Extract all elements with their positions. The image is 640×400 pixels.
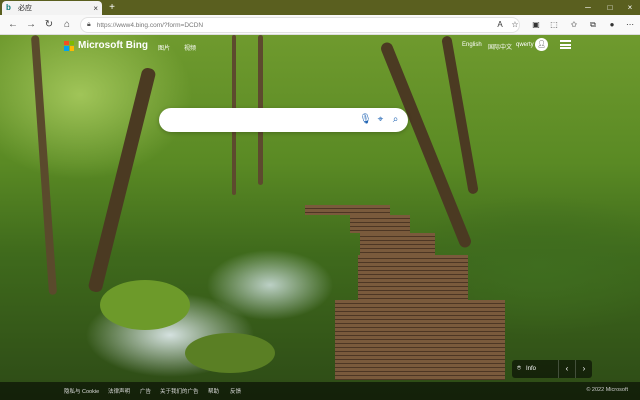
browser-toolbar: ← → ↻ ⌂ 🔒︎ https://www4.bing.com/?form=D… bbox=[0, 15, 640, 35]
tree-trunk bbox=[30, 35, 58, 295]
lang-chinese-link[interactable]: 国际中文 bbox=[488, 42, 512, 51]
footer-help-link[interactable]: 帮助 bbox=[208, 387, 219, 395]
tree-trunk bbox=[441, 35, 479, 195]
lock-icon: 🔒︎ bbox=[87, 21, 91, 28]
search-box: 🎙︎ ⌖ ⌕ bbox=[159, 108, 408, 132]
lang-english-link[interactable]: English bbox=[462, 42, 482, 48]
collections-icon[interactable]: ⧉ bbox=[587, 19, 599, 31]
microsoft-logo-icon bbox=[64, 40, 74, 51]
wooden-boardwalk bbox=[335, 300, 505, 380]
visual-search-icon[interactable]: ⌖ bbox=[374, 113, 387, 126]
tab-title: 必应 bbox=[18, 5, 32, 12]
favorite-star-icon[interactable]: ☆ bbox=[509, 19, 521, 31]
microphone-icon[interactable]: 🎙︎ bbox=[359, 113, 372, 126]
copyright-text: © 2022 Microsoft bbox=[586, 387, 628, 393]
favorites-icon[interactable]: ✩ bbox=[568, 19, 580, 31]
search-icon[interactable]: ⌕ bbox=[389, 113, 402, 126]
extensions-puzzle-icon[interactable]: ⬚ bbox=[548, 19, 560, 31]
wooden-boardwalk bbox=[305, 205, 390, 215]
back-button[interactable]: ← bbox=[6, 18, 20, 32]
bing-logo[interactable]: Microsoft Bing bbox=[64, 40, 148, 51]
address-url: https://www4.bing.com/?form=DCDN bbox=[96, 21, 204, 29]
browser-tab[interactable]: b 必应 × bbox=[2, 1, 102, 15]
bing-homepage: Microsoft Bing 图片 视频 English 国际中文 qwerty… bbox=[0, 35, 640, 400]
footer-feedback-link[interactable]: 反馈 bbox=[230, 387, 241, 395]
forward-button[interactable]: → bbox=[24, 18, 38, 32]
maximize-button[interactable]: □ bbox=[600, 0, 620, 15]
close-tab-icon[interactable]: × bbox=[93, 4, 98, 13]
wooden-boardwalk bbox=[350, 215, 410, 233]
image-info-button[interactable]: Info bbox=[526, 366, 558, 372]
footer-about-ads-link[interactable]: 关于我们的广告 bbox=[160, 387, 199, 395]
wooden-boardwalk bbox=[358, 255, 468, 300]
page-footer: 隐私与 Cookie 法律声明 广告 关于我们的广告 帮助 反馈 © 2022 … bbox=[0, 382, 640, 400]
close-window-button[interactable]: × bbox=[620, 0, 640, 15]
nav-videos-link[interactable]: 视频 bbox=[184, 43, 196, 52]
mossy-rock bbox=[100, 280, 190, 330]
nav-images-link[interactable]: 图片 bbox=[158, 43, 170, 52]
wooden-boardwalk bbox=[360, 233, 435, 255]
refresh-button[interactable]: ↻ bbox=[42, 18, 56, 32]
new-tab-button[interactable]: + bbox=[106, 1, 118, 14]
profile-icon[interactable]: ● bbox=[606, 19, 618, 31]
username[interactable]: qwerty bbox=[516, 42, 534, 48]
hamburger-menu-icon[interactable] bbox=[560, 40, 571, 49]
home-button[interactable]: ⌂ bbox=[60, 18, 74, 32]
previous-image-button[interactable]: ‹ bbox=[558, 360, 575, 378]
search-input[interactable] bbox=[171, 112, 356, 128]
location-pin-icon: ⌾ bbox=[516, 365, 522, 372]
footer-legal-link[interactable]: 法律声明 bbox=[108, 387, 130, 395]
address-bar[interactable]: 🔒︎ https://www4.bing.com/?form=DCDN bbox=[80, 17, 520, 33]
next-image-button[interactable]: › bbox=[575, 360, 592, 378]
user-icon: 👤︎ bbox=[537, 41, 546, 48]
tree-trunk bbox=[87, 66, 157, 294]
extension-icon[interactable]: ▣ bbox=[530, 19, 542, 31]
logo-text: Microsoft Bing bbox=[78, 40, 148, 51]
tab-strip: b 必应 × + ─ □ × bbox=[0, 0, 640, 15]
image-info-panel: ⌾ Info ‹ › bbox=[512, 360, 592, 378]
bing-icon: b bbox=[6, 3, 11, 12]
read-aloud-icon[interactable]: A bbox=[494, 19, 506, 31]
mossy-rock bbox=[185, 333, 275, 373]
minimize-button[interactable]: ─ bbox=[578, 0, 598, 15]
avatar[interactable]: 👤︎ bbox=[535, 38, 548, 51]
footer-ads-link[interactable]: 广告 bbox=[140, 387, 151, 395]
footer-privacy-link[interactable]: 隐私与 Cookie bbox=[64, 387, 99, 395]
more-menu-icon[interactable]: ⋯ bbox=[624, 19, 636, 31]
